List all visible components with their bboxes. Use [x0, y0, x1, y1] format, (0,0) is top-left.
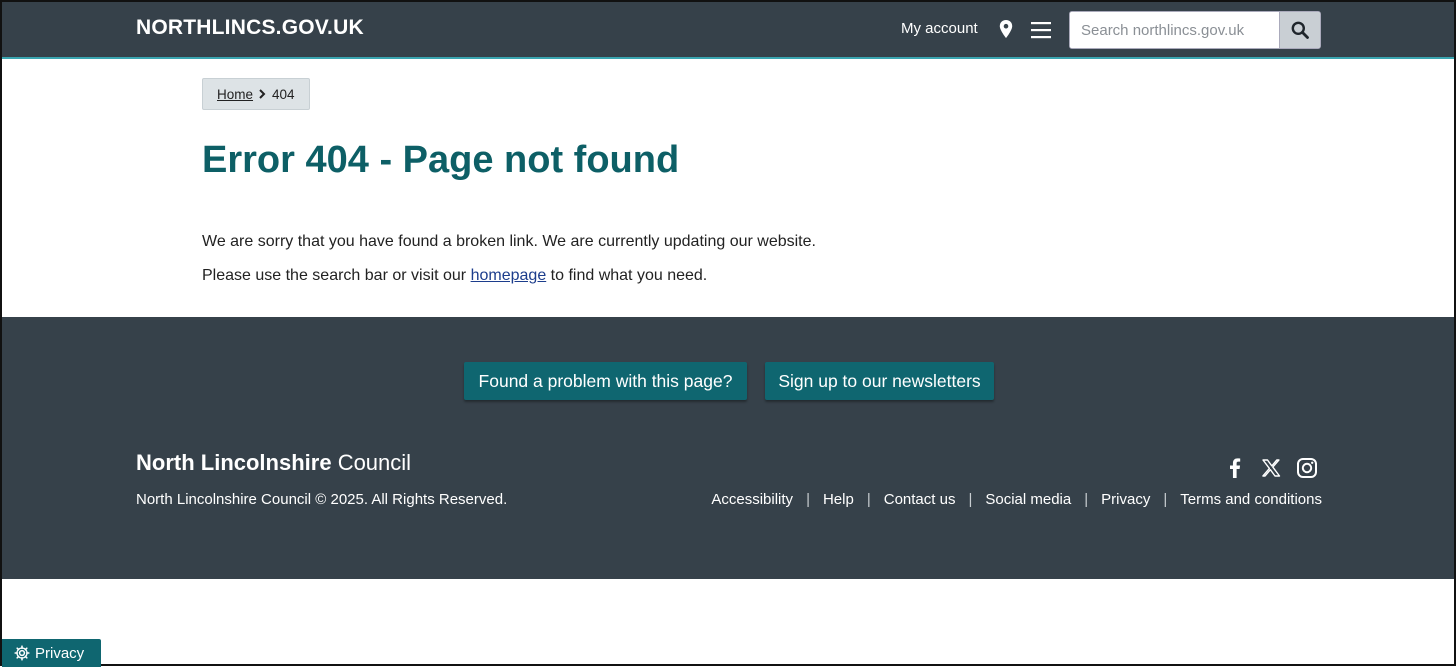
- chevron-right-icon: [259, 89, 266, 99]
- council-logo[interactable]: North Lincolnshire Council: [136, 450, 411, 476]
- footer-link-privacy[interactable]: Privacy: [1101, 491, 1150, 508]
- search-input[interactable]: [1070, 12, 1280, 48]
- homepage-link[interactable]: homepage: [471, 267, 547, 284]
- help-message: Please use the search bar or visit our h…: [202, 267, 707, 285]
- newsletter-signup-button[interactable]: Sign up to our newsletters: [765, 362, 994, 400]
- footer-link-social-media[interactable]: Social media: [985, 491, 1071, 508]
- footer-link-separator: |: [866, 491, 871, 508]
- footer-link-separator: |: [806, 491, 810, 508]
- search-icon: [1291, 21, 1309, 39]
- footer-links: Accessibility | Help | Contact us | Soci…: [711, 491, 1322, 508]
- broken-link-message: We are sorry that you have found a broke…: [202, 233, 816, 250]
- breadcrumb-current: 404: [272, 86, 295, 102]
- search-button[interactable]: [1279, 12, 1320, 48]
- footer-link-separator: |: [968, 491, 973, 508]
- copyright-text: North Lincolnshire Council © 2025. All R…: [136, 491, 508, 508]
- site-brand-link[interactable]: NORTHLINCS.GOV.UK: [136, 16, 364, 40]
- instagram-icon[interactable]: [1296, 457, 1318, 479]
- page-title: Error 404 - Page not found: [202, 139, 680, 181]
- footer-link-separator: |: [1163, 491, 1168, 508]
- search-box: [1069, 11, 1321, 49]
- privacy-tab-label: Privacy: [35, 644, 85, 662]
- footer-link-terms[interactable]: Terms and conditions: [1180, 491, 1322, 508]
- help-message-before: Please use the search bar or visit our: [202, 267, 467, 284]
- breadcrumb-home-link[interactable]: Home: [217, 87, 253, 102]
- site-header: NORTHLINCS.GOV.UK My account: [2, 2, 1454, 59]
- footer-link-separator: |: [1084, 491, 1089, 508]
- council-logo-light: Council: [337, 450, 412, 475]
- footer-link-accessibility[interactable]: Accessibility: [711, 491, 793, 508]
- site-footer: Found a problem with this page? Sign up …: [2, 317, 1454, 579]
- hamburger-menu-icon[interactable]: [1031, 21, 1051, 39]
- breadcrumb: Home 404: [202, 78, 310, 110]
- footer-link-help[interactable]: Help: [823, 491, 854, 508]
- help-message-after: to find what you need.: [550, 267, 708, 284]
- facebook-icon[interactable]: [1224, 457, 1246, 479]
- council-logo-strong: North Lincolnshire: [136, 450, 332, 475]
- x-icon[interactable]: [1260, 457, 1282, 479]
- footer-link-contact[interactable]: Contact us: [884, 491, 956, 508]
- report-problem-button[interactable]: Found a problem with this page?: [464, 362, 747, 400]
- gear-icon: [14, 645, 30, 661]
- map-pin-icon[interactable]: [999, 20, 1013, 38]
- privacy-settings-tab[interactable]: Privacy: [2, 639, 101, 667]
- my-account-link[interactable]: My account: [901, 20, 978, 37]
